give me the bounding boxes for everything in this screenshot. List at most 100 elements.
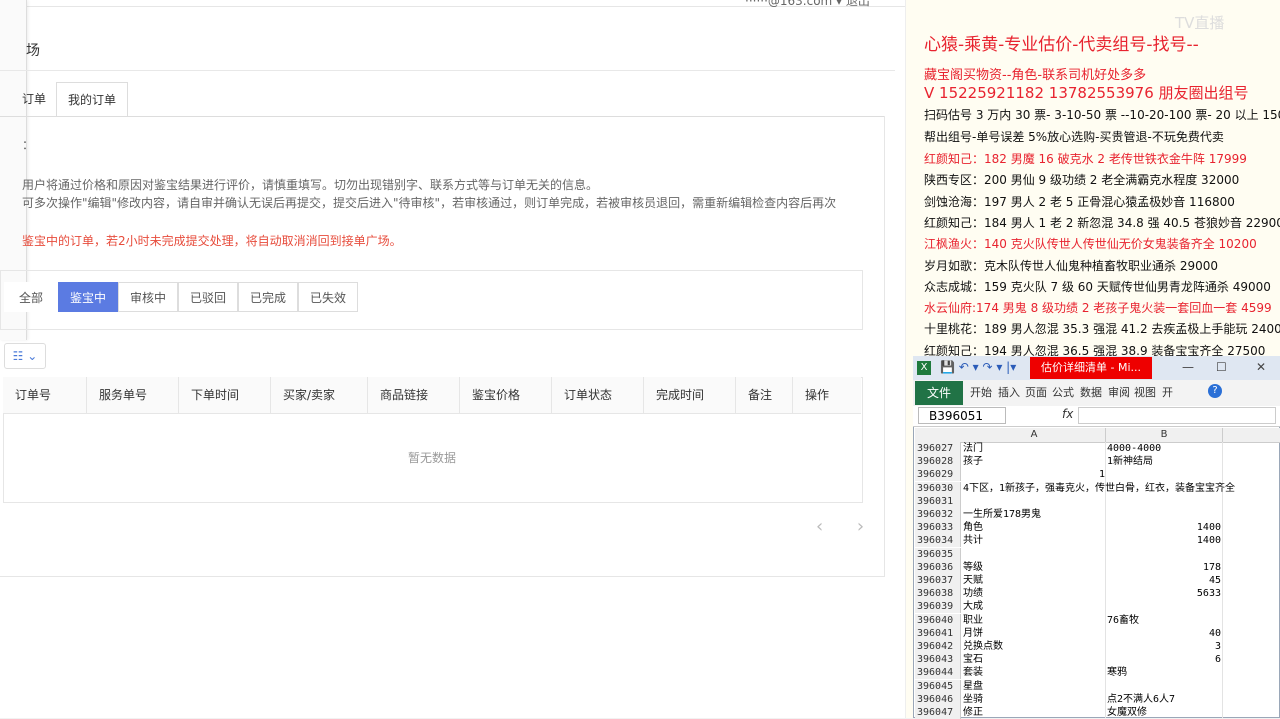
sheet-row[interactable]: 396034 共计 1400: [915, 534, 1280, 548]
cell-b[interactable]: 1新神结局: [1107, 455, 1221, 468]
row-number[interactable]: 396030: [915, 481, 961, 495]
sheet-row[interactable]: 396031: [915, 494, 1280, 508]
minimize-button[interactable]: —: [1182, 360, 1194, 374]
close-button[interactable]: ✕: [1256, 360, 1266, 374]
th-remark[interactable]: 备注: [736, 377, 793, 413]
sheet-row[interactable]: 396029 1: [915, 468, 1280, 482]
row-number[interactable]: 396038: [915, 587, 961, 601]
cell-a[interactable]: 等级: [963, 561, 1105, 574]
th-appraisal-price[interactable]: 鉴宝价格: [460, 377, 552, 413]
sheet-row[interactable]: 396028 孩子 1新神结局: [915, 455, 1280, 469]
cell-b[interactable]: 76畜牧: [1107, 614, 1221, 627]
th-service-no[interactable]: 服务单号: [87, 377, 179, 413]
cell-a[interactable]: 孩子: [963, 455, 1105, 468]
cell-b[interactable]: 45: [1107, 574, 1221, 587]
cell-a[interactable]: 职业: [963, 614, 1105, 627]
row-number[interactable]: 396040: [915, 613, 961, 627]
sheet-row[interactable]: 396040 职业 76畜牧: [915, 613, 1280, 627]
cell-b[interactable]: 40: [1107, 627, 1221, 640]
sheet-row[interactable]: 396038 功绩 5633: [915, 587, 1280, 601]
th-actions[interactable]: 操作: [793, 377, 861, 413]
sheet-row[interactable]: 396030 4下区，1新孩子，强毒克火，传世白骨，红衣，装备宝宝齐全: [915, 481, 1280, 495]
row-number[interactable]: 396035: [915, 547, 961, 561]
cell-b[interactable]: 1400: [1107, 534, 1221, 547]
file-tab[interactable]: 文件: [915, 381, 963, 405]
sheet-row[interactable]: 396045 星盘: [915, 679, 1280, 693]
ribbon-tab-formula[interactable]: 公式: [1052, 381, 1074, 405]
cell-a[interactable]: 大成: [963, 600, 1105, 613]
ribbon-tab-data[interactable]: 数据: [1080, 381, 1102, 405]
row-number[interactable]: 396046: [915, 692, 961, 706]
cell-b[interactable]: 3: [1107, 640, 1221, 653]
fx-icon[interactable]: fx: [1062, 407, 1073, 421]
sheet-row[interactable]: 396027 法门 4000-4000: [915, 442, 1280, 455]
row-number[interactable]: 396044: [915, 666, 961, 680]
row-number[interactable]: 396029: [915, 468, 961, 482]
sheet-row[interactable]: 396041 月饼 40: [915, 626, 1280, 640]
filter-rejected[interactable]: 已驳回: [178, 282, 238, 312]
cell-a[interactable]: 1: [963, 468, 1105, 481]
th-order-time[interactable]: 下单时间: [179, 377, 271, 413]
row-number[interactable]: 396042: [915, 640, 961, 653]
th-order-no[interactable]: 订单号: [3, 377, 87, 413]
sheet-row[interactable]: 396035: [915, 547, 1280, 561]
cell-b[interactable]: 1400: [1107, 521, 1221, 534]
cell-a[interactable]: 月饼: [963, 627, 1105, 640]
sheet-row[interactable]: 396037 天赋 45: [915, 574, 1280, 587]
row-number[interactable]: 396028: [915, 455, 961, 469]
sheet-row[interactable]: 396033 角色 1400: [915, 521, 1280, 535]
formula-input[interactable]: [1078, 407, 1276, 424]
column-toggle-button[interactable]: ☷ ⌄: [4, 343, 46, 369]
sheet-row[interactable]: 396042 兑换点数 3: [915, 640, 1280, 653]
cell-a[interactable]: 法门: [963, 442, 1105, 455]
cell-a[interactable]: 角色: [963, 521, 1105, 534]
tab-orders[interactable]: 订单: [22, 82, 46, 116]
cell-b[interactable]: 5633: [1107, 587, 1221, 600]
help-icon[interactable]: ?: [1208, 384, 1222, 398]
cell-a[interactable]: 4下区，1新孩子，强毒克火，传世白骨，红衣，装备宝宝齐全: [963, 482, 1235, 495]
row-number[interactable]: 396027: [915, 442, 961, 455]
cell-a[interactable]: 共计: [963, 534, 1105, 547]
ribbon-tab-developer[interactable]: 开: [1162, 381, 1173, 405]
row-number[interactable]: 396033: [915, 521, 961, 535]
ribbon-tab-insert[interactable]: 插入: [998, 381, 1020, 405]
name-box[interactable]: B396051: [918, 407, 1006, 424]
maximize-button[interactable]: ☐: [1216, 360, 1227, 374]
tab-my-orders[interactable]: 我的订单: [56, 82, 128, 117]
row-number[interactable]: 396045: [915, 679, 961, 693]
filter-all[interactable]: 全部: [4, 282, 58, 312]
row-number[interactable]: 396039: [915, 600, 961, 614]
sheet-row[interactable]: 396043 宝石 6: [915, 653, 1280, 667]
cell-b[interactable]: 6: [1107, 653, 1221, 666]
th-buyer-seller[interactable]: 买家/卖家: [271, 377, 368, 413]
row-number[interactable]: 396037: [915, 574, 961, 587]
pagination-arrows[interactable]: ‹ ›: [816, 516, 878, 537]
cell-b[interactable]: 178: [1107, 561, 1221, 574]
row-number[interactable]: 396034: [915, 534, 961, 548]
th-finish-time[interactable]: 完成时间: [644, 377, 736, 413]
row-number[interactable]: 396041: [915, 626, 961, 640]
column-header-b[interactable]: B: [1106, 428, 1223, 442]
cell-b[interactable]: 女魔双修: [1107, 706, 1221, 719]
sheet-row[interactable]: 396032 一生所爱178男鬼: [915, 508, 1280, 521]
cell-a[interactable]: 修正: [963, 706, 1105, 719]
ribbon-tab-review[interactable]: 审阅: [1108, 381, 1130, 405]
cell-a[interactable]: 功绩: [963, 587, 1105, 600]
filter-appraising[interactable]: 鉴宝中: [58, 282, 118, 312]
quick-access-icons[interactable]: 💾 ↶ ▾ ↷ ▾ |▾: [940, 360, 1016, 374]
sheet-row[interactable]: 396047 修正 女魔双修: [915, 706, 1280, 719]
row-number[interactable]: 396043: [915, 653, 961, 667]
row-number[interactable]: 396036: [915, 560, 961, 574]
cell-a[interactable]: 星盘: [963, 680, 1105, 693]
row-number[interactable]: 396047: [915, 706, 961, 719]
ribbon-tab-view[interactable]: 视图: [1134, 381, 1156, 405]
cell-a[interactable]: 兑换点数: [963, 640, 1105, 653]
cell-b[interactable]: 4000-4000: [1107, 442, 1221, 455]
row-number[interactable]: 396031: [915, 494, 961, 508]
column-header-a[interactable]: A: [963, 428, 1106, 442]
sheet-row[interactable]: 396044 套装 寒鸦: [915, 666, 1280, 680]
cell-a[interactable]: 坐骑: [963, 693, 1105, 706]
cell-b[interactable]: 寒鸦: [1107, 666, 1221, 679]
sheet-row[interactable]: 396036 等级 178: [915, 560, 1280, 574]
sheet-row[interactable]: 396039 大成: [915, 600, 1280, 614]
